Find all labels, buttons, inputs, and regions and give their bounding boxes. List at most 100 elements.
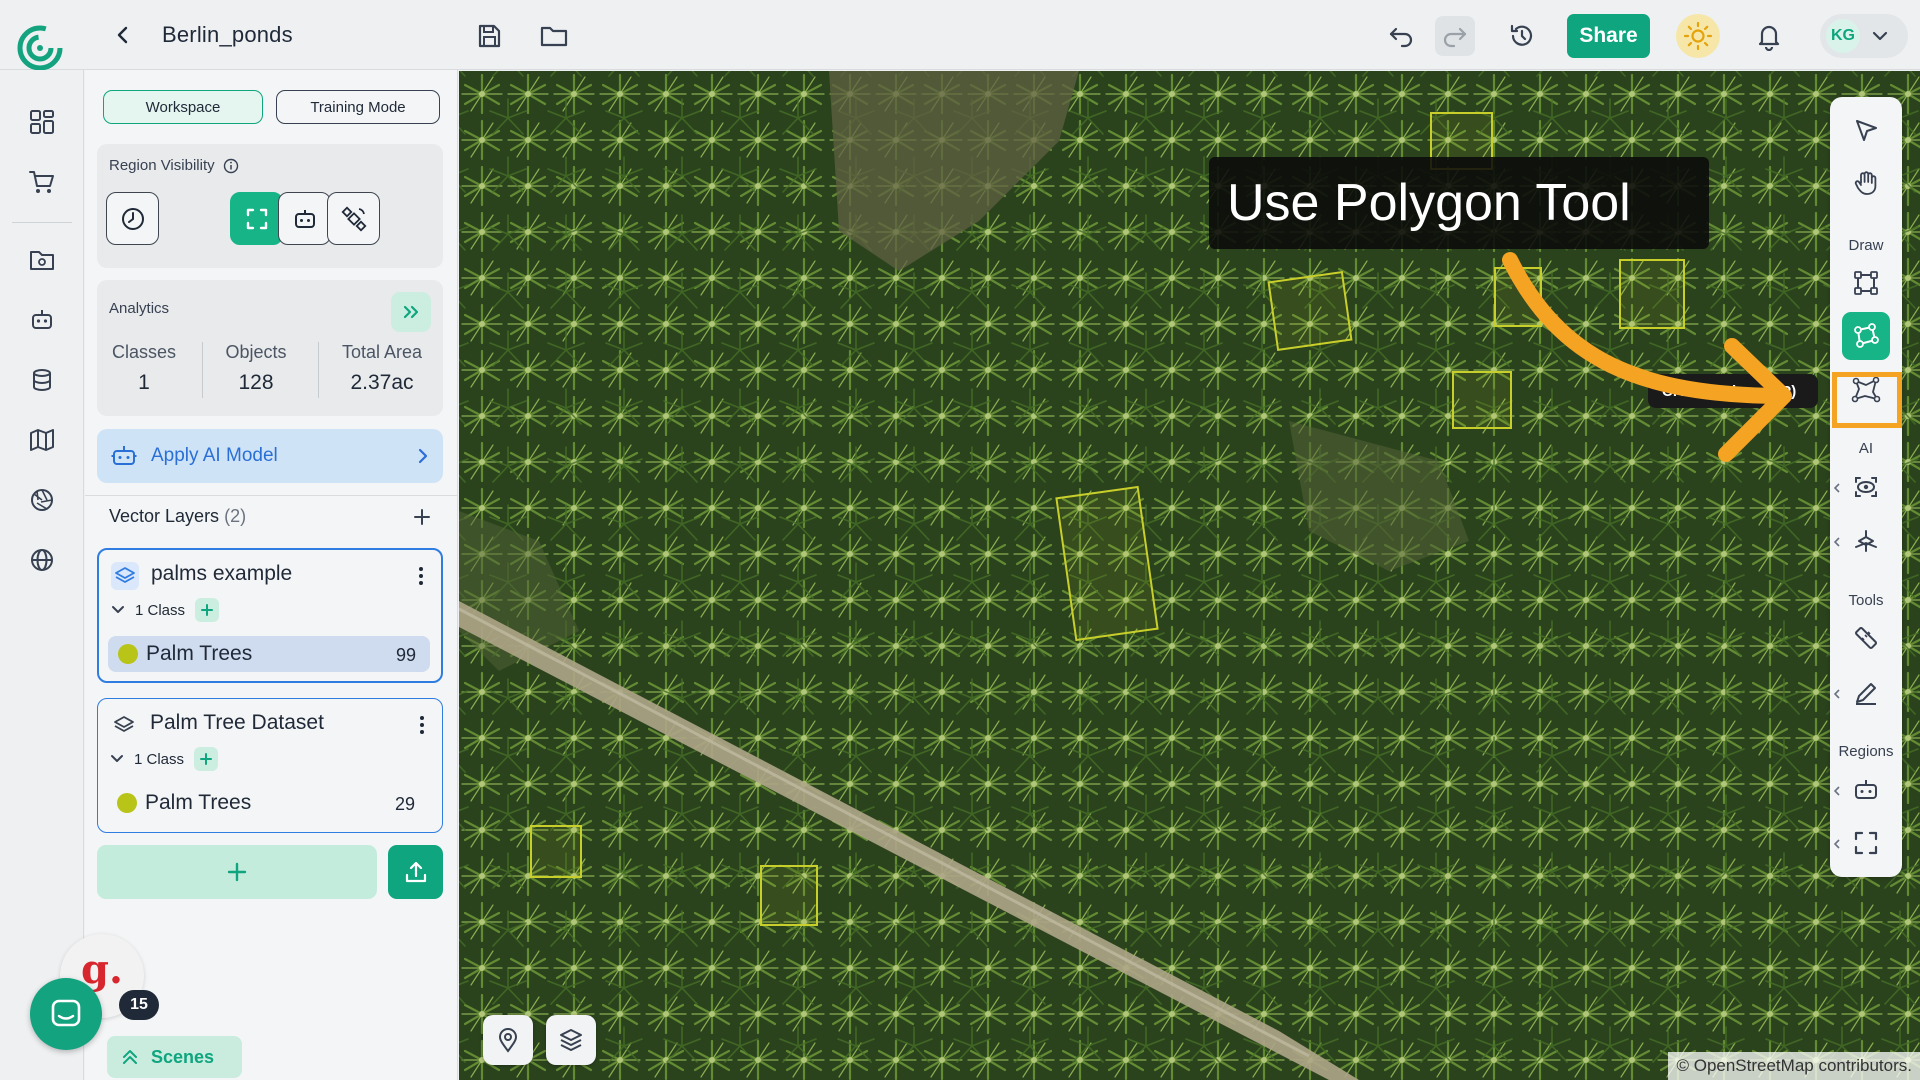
history-button[interactable]	[1502, 16, 1542, 56]
class-count-label: 1 Class	[134, 750, 185, 768]
stat-total-area: Total Area 2.37ac	[329, 342, 435, 395]
left-nav-rail	[0, 70, 84, 1080]
upload-layer-button[interactable]	[388, 845, 443, 899]
section-tools: Tools	[1848, 592, 1884, 609]
layers-icon	[111, 562, 139, 590]
add-vector-layer-button[interactable]	[407, 502, 437, 532]
plus-icon	[201, 604, 214, 616]
tab-training-mode[interactable]: Training Mode	[276, 90, 440, 124]
folder-dollar-icon	[30, 251, 54, 270]
rectangle-tool[interactable]	[1842, 259, 1890, 307]
undo-button[interactable]	[1381, 16, 1421, 56]
user-menu[interactable]: KG	[1820, 14, 1908, 58]
pan-tool[interactable]	[1842, 159, 1890, 207]
class-color-dot	[117, 793, 137, 813]
basemap-layers-button[interactable]	[546, 1015, 596, 1065]
stat-value: 1	[138, 371, 150, 394]
region-history-toggle[interactable]	[106, 192, 159, 245]
stat-label: Total Area	[341, 342, 423, 362]
annotation-box[interactable]	[530, 825, 582, 878]
theme-toggle-button[interactable]	[1676, 14, 1720, 58]
chevron-down-icon[interactable]	[110, 754, 124, 764]
measure-tool[interactable]	[1842, 614, 1890, 662]
add-class-button[interactable]	[194, 747, 219, 771]
app-logo-icon[interactable]	[16, 24, 68, 76]
save-button[interactable]	[469, 16, 509, 56]
annotation-box[interactable]	[1494, 267, 1542, 327]
nav-marketplace[interactable]	[24, 164, 60, 200]
ai-segment-tool[interactable]	[1842, 517, 1890, 565]
expand-left-icon[interactable]	[1832, 837, 1842, 851]
chevron-left-icon	[117, 26, 128, 44]
mode-tabs: Workspace Training Mode	[103, 90, 441, 124]
workspace-panel: Workspace Training Mode Region Visibilit…	[85, 70, 458, 1080]
cart-icon	[29, 171, 54, 193]
region-ai-toggle[interactable]	[278, 192, 331, 245]
annotation-box[interactable]	[760, 865, 818, 926]
notification-count-badge: 15	[119, 990, 159, 1020]
class-object-count: 99	[395, 645, 416, 665]
region-satellite-toggle[interactable]	[327, 192, 380, 245]
edit-tool[interactable]	[1842, 669, 1890, 717]
region-ai-tool[interactable]	[1842, 766, 1890, 814]
expand-left-icon[interactable]	[1832, 784, 1842, 798]
nav-dashboard[interactable]	[24, 104, 60, 140]
aperture-icon	[31, 489, 53, 511]
analytics-card: Analytics Classes 1 Objects 128 Total Ar…	[97, 280, 443, 416]
class-object-count: 29	[394, 794, 415, 814]
vector-layer-card[interactable]: Palm Tree Dataset 1 Class Palm Trees 29	[97, 698, 443, 833]
nav-analytics[interactable]	[24, 482, 60, 518]
chevron-down-icon[interactable]	[111, 605, 125, 615]
satellite-icon	[340, 205, 367, 232]
add-layer-button[interactable]	[97, 845, 377, 899]
region-visibility-heading: Region Visibility	[109, 157, 239, 174]
database-icon	[33, 369, 51, 391]
magic-wand-icon	[1855, 530, 1877, 552]
ai-detect-tool[interactable]	[1842, 463, 1890, 511]
nav-models[interactable]	[24, 302, 60, 338]
nav-projects[interactable]	[24, 242, 60, 278]
region-extent-tool[interactable]	[1842, 819, 1890, 867]
tab-workspace[interactable]: Workspace	[103, 90, 263, 124]
annotation-box[interactable]	[1267, 271, 1353, 351]
freeform-tool[interactable]	[1842, 312, 1890, 360]
expand-left-icon[interactable]	[1832, 481, 1842, 495]
add-class-button[interactable]	[195, 598, 220, 622]
nav-maps[interactable]	[24, 422, 60, 458]
class-item[interactable]: Palm Trees 29	[107, 785, 429, 821]
layer-more-button[interactable]	[407, 560, 435, 592]
stat-value: 2.37ac	[350, 371, 414, 394]
history-icon	[1510, 24, 1533, 46]
sun-icon	[1683, 21, 1713, 51]
expand-left-icon[interactable]	[1832, 535, 1842, 549]
back-button[interactable]	[106, 18, 140, 52]
chat-support-button[interactable]	[30, 978, 102, 1050]
apply-ai-model-button[interactable]: Apply AI Model	[97, 429, 443, 483]
redo-button[interactable]	[1435, 16, 1475, 56]
layer-class-summary: 1 Class	[111, 598, 220, 622]
nav-datasets[interactable]	[24, 362, 60, 398]
analytics-expand-button[interactable]	[391, 292, 431, 332]
layers-icon	[110, 711, 138, 739]
region-extent-toggle[interactable]	[230, 192, 283, 245]
share-button[interactable]: Share	[1567, 14, 1650, 58]
notifications-button[interactable]	[1749, 16, 1789, 56]
nav-globe[interactable]	[24, 542, 60, 578]
annotation-box[interactable]	[1619, 259, 1685, 329]
region-visibility-card: Region Visibility	[97, 144, 443, 268]
section-draw: Draw	[1848, 237, 1884, 254]
expand-left-icon[interactable]	[1832, 687, 1842, 701]
plus-icon	[414, 509, 430, 525]
scenes-button[interactable]: Scenes	[107, 1036, 242, 1078]
stat-divider	[202, 342, 203, 398]
layer-more-button[interactable]	[408, 709, 436, 741]
clock-icon	[121, 207, 144, 230]
class-item[interactable]: Palm Trees 99	[108, 636, 430, 672]
open-folder-button[interactable]	[534, 16, 574, 56]
location-button[interactable]	[483, 1015, 533, 1065]
select-tool[interactable]	[1842, 107, 1890, 155]
vector-layer-card[interactable]: palms example 1 Class Palm Trees 99	[97, 548, 443, 683]
info-icon[interactable]	[223, 158, 239, 174]
annotation-box[interactable]	[1452, 371, 1512, 429]
avatar: KG	[1826, 19, 1860, 53]
